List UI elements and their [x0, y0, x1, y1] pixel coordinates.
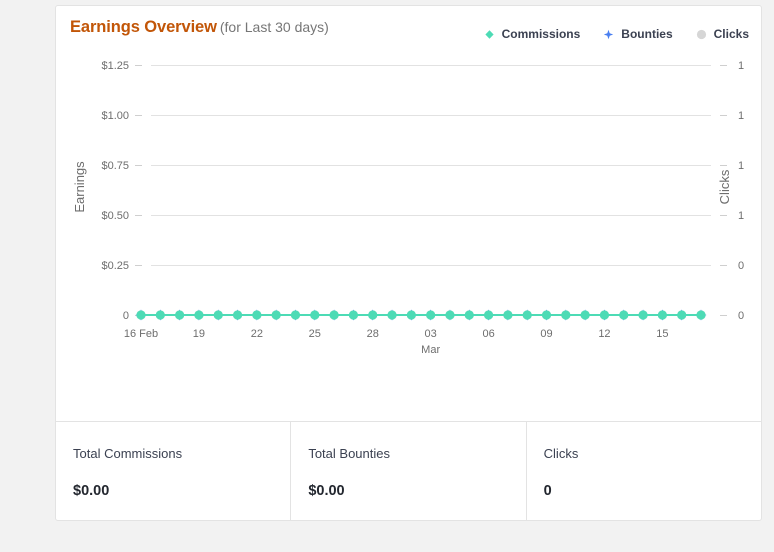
page-title: Earnings Overview(for Last 30 days): [70, 18, 329, 37]
svg-text:16 Feb: 16 Feb: [124, 328, 158, 340]
stat-value: $0.00: [308, 483, 525, 499]
legend-item-commissions[interactable]: Commissions: [483, 27, 581, 41]
stat-label: Clicks: [544, 446, 761, 461]
svg-text:06: 06: [482, 328, 494, 340]
svg-text:$1.00: $1.00: [101, 110, 129, 122]
svg-text:$0.25: $0.25: [101, 260, 129, 272]
legend-label-commissions: Commissions: [502, 27, 581, 41]
svg-text:0: 0: [738, 310, 744, 322]
stat-value: 0: [544, 483, 761, 499]
stat-clicks: Clicks 0: [526, 422, 761, 520]
legend-label-bounties: Bounties: [621, 27, 672, 41]
chart-x-axis: 16 Feb 19 22 25 28 03 Mar 06 09 12 15: [124, 328, 669, 356]
svg-text:$0.75: $0.75: [101, 160, 129, 172]
y-axis-title-clicks: Clicks: [717, 169, 732, 204]
stat-total-commissions: Total Commissions $0.00: [56, 422, 290, 520]
earnings-overview-card: Earnings Overview(for Last 30 days) Comm…: [55, 5, 762, 521]
svg-text:19: 19: [193, 328, 205, 340]
summary-stats: Total Commissions $0.00 Total Bounties $…: [56, 422, 761, 520]
svg-text:22: 22: [251, 328, 263, 340]
svg-text:$1.25: $1.25: [101, 60, 129, 72]
stat-label: Total Bounties: [308, 446, 525, 461]
svg-text:Mar: Mar: [421, 344, 440, 356]
svg-text:09: 09: [540, 328, 552, 340]
svg-text:03: 03: [425, 328, 437, 340]
chart-series: [136, 310, 707, 321]
legend-label-clicks: Clicks: [714, 27, 749, 41]
card-header: Earnings Overview(for Last 30 days) Comm…: [56, 6, 761, 54]
svg-text:28: 28: [367, 328, 379, 340]
svg-text:1: 1: [738, 160, 744, 172]
svg-text:1: 1: [738, 210, 744, 222]
svg-text:25: 25: [309, 328, 321, 340]
svg-text:$0.50: $0.50: [101, 210, 129, 222]
svg-text:0: 0: [123, 310, 129, 322]
diamond-marker-icon: [483, 28, 496, 41]
chart-gridlines: [151, 66, 711, 266]
stat-value: $0.00: [73, 483, 290, 499]
stat-label: Total Commissions: [73, 446, 290, 461]
chart-legend: Commissions Bounties Clicks: [483, 27, 749, 41]
circle-marker-icon: [695, 28, 708, 41]
svg-text:12: 12: [598, 328, 610, 340]
chart-svg: $1.25 $1.00 $0.75 $0.50 $0.25 0 1 1 1 1 0 0 16 Feb…: [56, 50, 761, 380]
chart-left-axis: $1.25 $1.00 $0.75 $0.50 $0.25 0: [101, 60, 142, 322]
four-point-star-marker-icon: [602, 28, 615, 41]
earnings-chart: $1.25 $1.00 $0.75 $0.50 $0.25 0 1 1 1 1 0 0 16 Feb…: [56, 50, 761, 380]
svg-text:1: 1: [738, 60, 744, 72]
svg-text:1: 1: [738, 110, 744, 122]
chart-subtitle: (for Last 30 days): [220, 19, 329, 35]
legend-item-clicks[interactable]: Clicks: [695, 27, 749, 41]
y-axis-title-earnings: Earnings: [72, 161, 87, 213]
chart-title: Earnings Overview: [70, 18, 217, 36]
svg-text:0: 0: [738, 260, 744, 272]
svg-text:15: 15: [656, 328, 668, 340]
legend-item-bounties[interactable]: Bounties: [602, 27, 672, 41]
stat-total-bounties: Total Bounties $0.00: [290, 422, 525, 520]
